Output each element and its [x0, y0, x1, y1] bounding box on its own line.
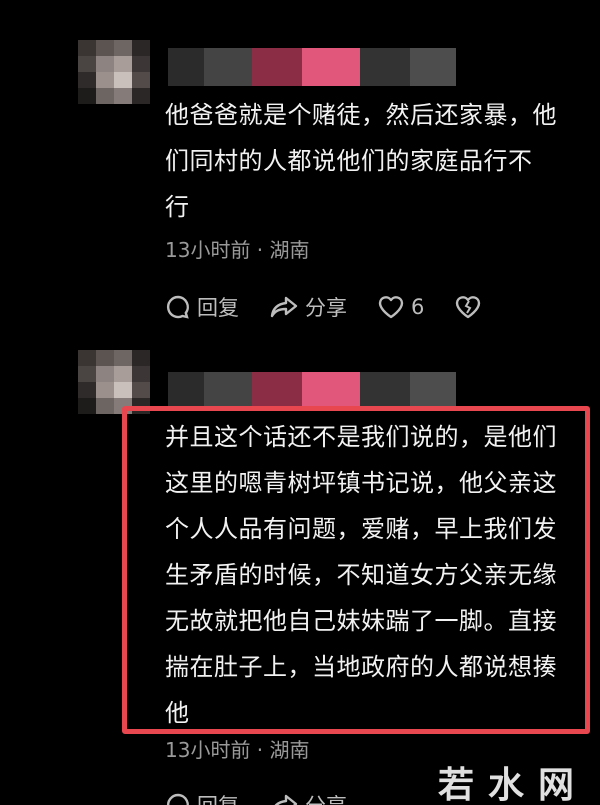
comment-meta: 13小时前 · 湖南 [165, 238, 310, 262]
comment-text: 他爸爸就是个赌徒，然后还家暴，他 们同村的人都说他们的家庭品行不 行 [165, 101, 557, 221]
reply-label: 回复 [197, 296, 239, 320]
comment-meta: 13小时前 · 湖南 [165, 738, 310, 762]
broken-heart-icon [456, 296, 481, 319]
share-label: 分享 [305, 296, 347, 320]
share-button[interactable]: 分享 [269, 292, 347, 322]
share-arrow-icon [270, 296, 298, 318]
share-button[interactable]: 分享 [269, 790, 347, 805]
reply-label: 回复 [197, 790, 239, 805]
share-label: 分享 [305, 790, 347, 805]
avatar[interactable] [78, 350, 150, 414]
heart-icon [378, 296, 404, 319]
comment-actions: 回复 分享 6 [165, 292, 518, 322]
avatar[interactable] [78, 40, 150, 104]
reply-button[interactable]: 回复 [165, 790, 239, 805]
comment-actions: 回复 分享 [165, 790, 377, 805]
dislike-button[interactable] [454, 294, 488, 320]
like-button[interactable]: 6 [377, 294, 424, 320]
like-count: 6 [411, 295, 425, 319]
username-blurred[interactable] [168, 372, 456, 410]
username-blurred[interactable] [168, 48, 456, 86]
watermark-logo: 若水网 [437, 764, 588, 805]
highlight-box [122, 406, 590, 734]
comment-bubble-icon [166, 295, 189, 319]
comment-bubble-icon [166, 793, 189, 805]
reply-button[interactable]: 回复 [165, 292, 239, 322]
share-arrow-icon [274, 794, 298, 805]
